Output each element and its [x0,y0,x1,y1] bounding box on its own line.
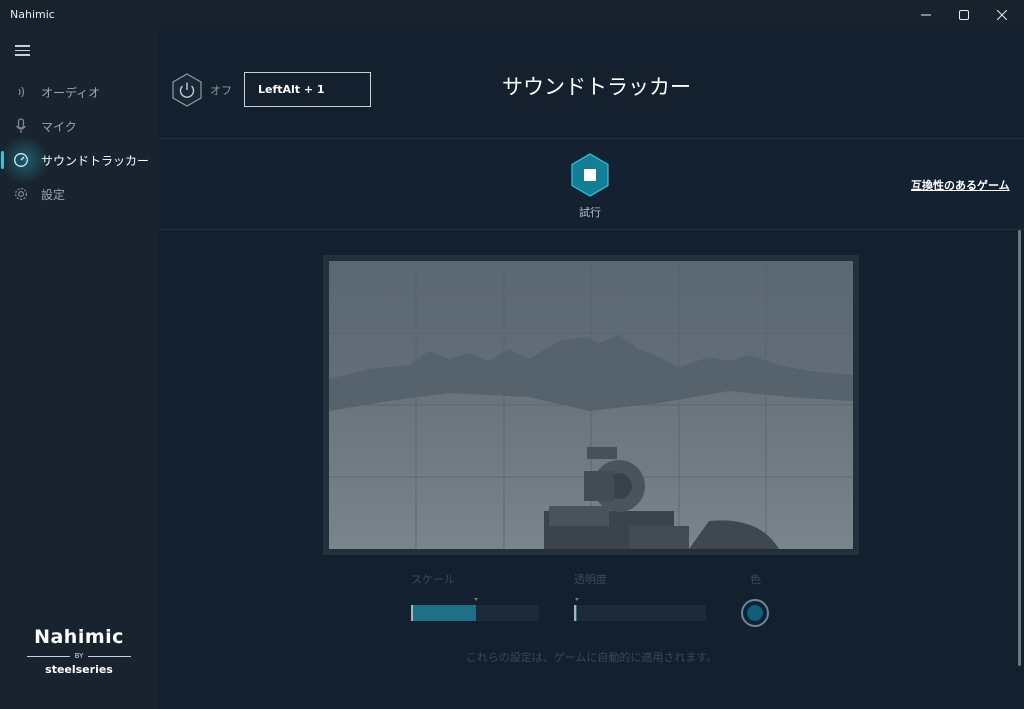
sidebar-item-audio[interactable]: オーディオ [0,77,159,107]
color-label: 色 [750,573,761,586]
close-icon [997,9,1007,20]
compatible-games-link[interactable]: 互換性のあるゲーム [911,177,1010,193]
hamburger-icon[interactable] [15,45,30,56]
active-glow [0,135,50,185]
microphone-icon [13,118,29,134]
sidebar-item-label: オーディオ [41,85,101,100]
power-toggle-button[interactable] [171,73,203,107]
logo-brand: steelseries [45,663,113,676]
close-button[interactable] [980,0,1024,29]
power-state-label: オフ [210,84,232,97]
minimize-icon [921,14,931,15]
logo-by-row: BY [22,652,136,660]
audio-waves-icon [13,84,29,100]
scrollbar[interactable] [1018,230,1021,666]
opacity-slider[interactable] [574,598,706,621]
app-title: Nahimic [10,8,55,21]
sidebar-item-label: 設定 [41,187,66,202]
stop-icon [571,153,609,197]
scale-slider[interactable] [411,598,539,621]
title-bar: Nahimic [0,0,1024,29]
nahimic-logo: Nahimic BY steelseries [22,626,136,676]
power-icon [172,73,202,107]
scale-slider-fill [411,605,476,621]
test-section: 試行 互換性のあるゲーム [159,140,1024,230]
opacity-label: 透明度 [574,573,607,586]
settings-note: これらの設定は、ゲームに自動的に適用されます。 [465,651,718,664]
maximize-icon [959,9,969,20]
opacity-slider-start [574,605,576,621]
scale-slider-start [411,605,413,621]
sidebar-item-settings[interactable]: 設定 [0,179,159,209]
sidebar-item-label: サウンドトラッカー [41,153,150,168]
logo-by: BY [74,652,84,660]
app-window: Nahimic オーディオ マイク サウンドトラッカー 設定 Nahimic B… [0,0,1024,709]
logo-name: Nahimic [34,626,124,648]
page-title: サウンドトラッカー [502,75,691,99]
scale-label: スケール [411,573,455,586]
sidebar-item-label: マイク [41,119,77,134]
sidebar-item-soundtracker[interactable]: サウンドトラッカー [0,135,159,185]
test-label: 試行 [579,206,601,219]
opacity-slider-marker [575,598,579,601]
active-indicator [1,151,4,169]
color-picker[interactable] [741,599,769,627]
sidebar: オーディオ マイク サウンドトラッカー 設定 Nahimic BY steels… [0,29,159,709]
game-preview-image [329,261,853,549]
header: オフ LeftAlt + 1 サウンドトラッカー [159,29,1024,139]
preview-frame [323,255,859,555]
scale-slider-marker [474,598,478,601]
test-button[interactable] [570,153,610,197]
gear-icon [13,186,29,202]
color-swatch-fill [747,605,763,621]
hotkey-field[interactable]: LeftAlt + 1 [244,72,371,107]
